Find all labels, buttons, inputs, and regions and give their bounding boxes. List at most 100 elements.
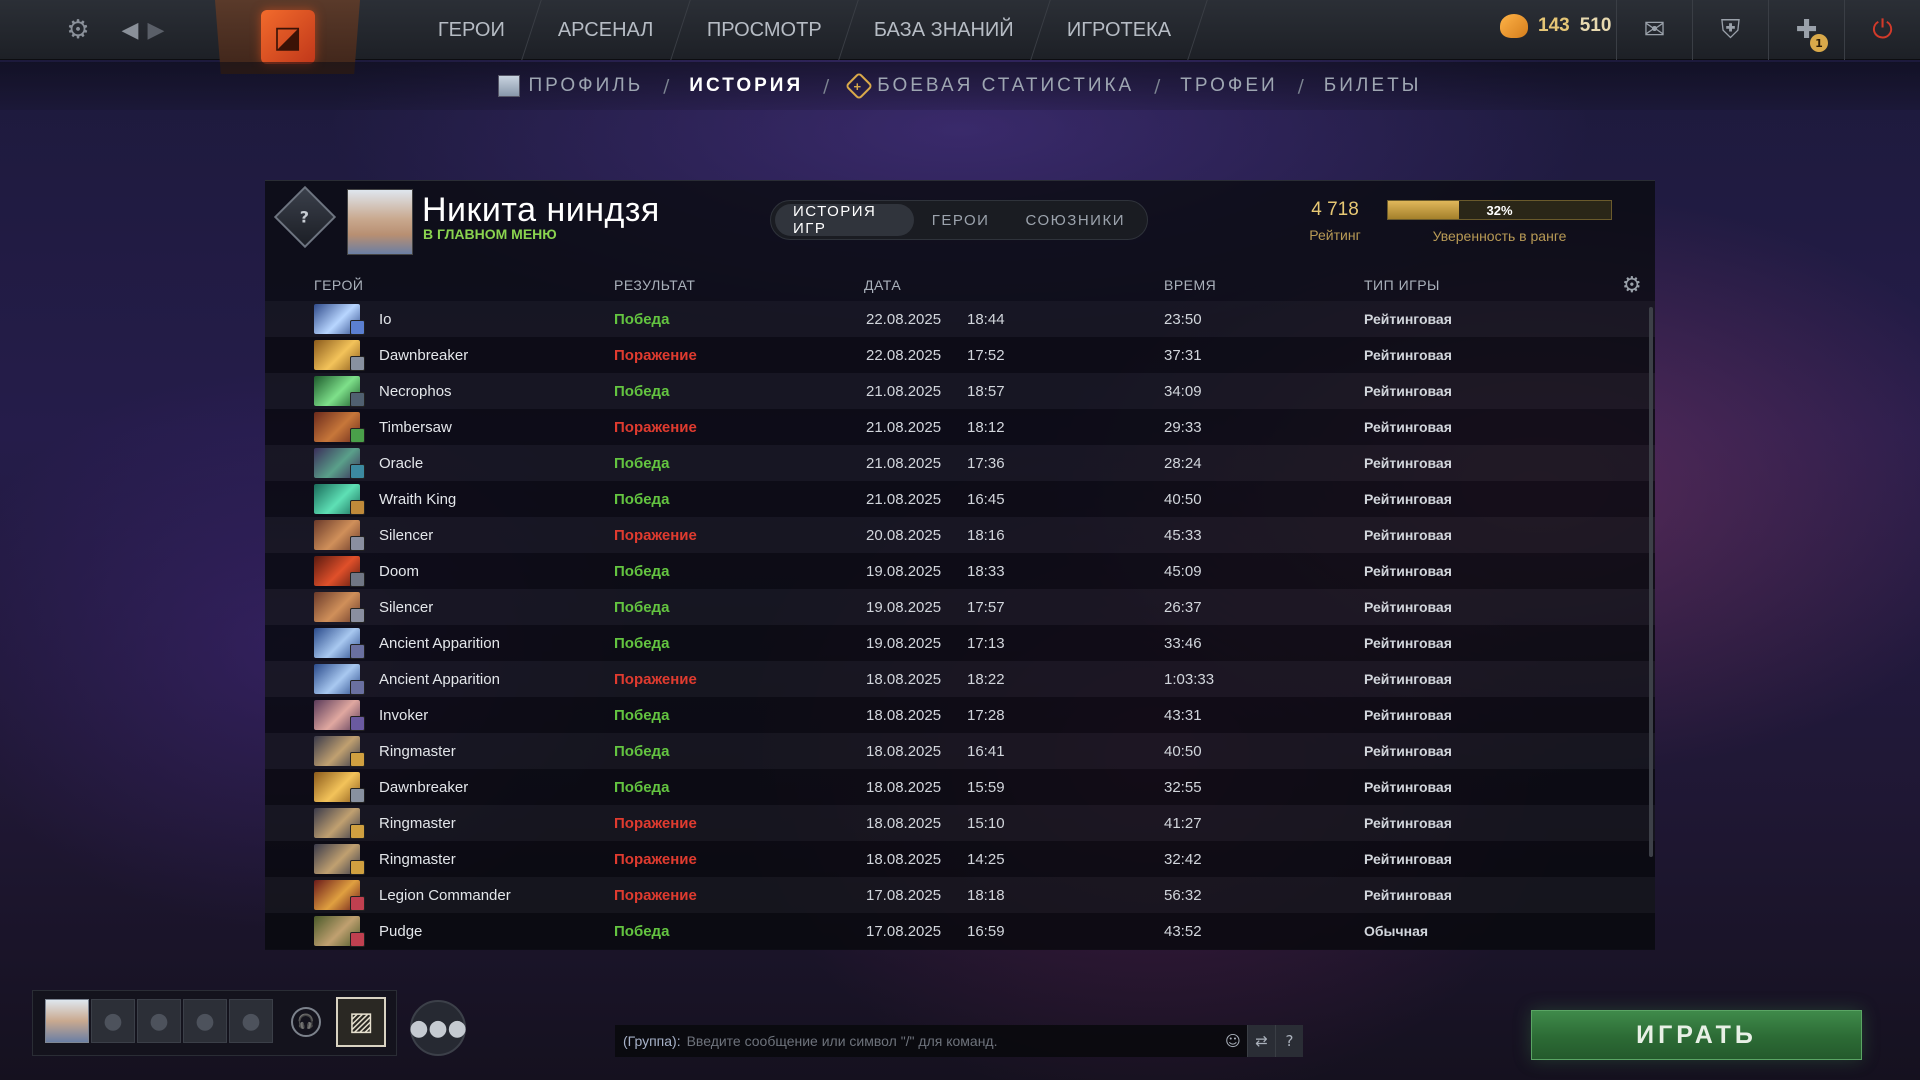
settings-gear-icon[interactable]: ⚙ [60, 10, 96, 50]
col-duration[interactable]: ВРЕМЯ [1164, 277, 1216, 293]
hero-name: Silencer [379, 598, 434, 616]
player-status: В ГЛАВНОМ МЕНЮ [423, 226, 557, 242]
match-duration: 26:37 [1164, 598, 1202, 616]
hero-role-icon [350, 896, 365, 911]
match-row[interactable]: Silencer Победа 19.08.2025 17:57 26:37 Рейтин… [265, 589, 1655, 625]
party-slot-self-avatar[interactable] [45, 999, 89, 1043]
party-slot-empty[interactable]: ● [183, 999, 227, 1043]
match-row[interactable]: Ringmaster Победа 18.08.2025 16:41 40:50 Рейт… [265, 733, 1655, 769]
match-result: Поражение [614, 850, 697, 868]
top-bar: ⚙ ◀ ▶ ◪ ГЕРОИ АРСЕНАЛ ПРОСМОТР БАЗА ЗНАН… [0, 0, 1920, 74]
match-row[interactable]: Wraith King Победа 21.08.2025 16:45 40:50 Рей… [265, 481, 1655, 517]
currency-display[interactable]: 143 510 [1500, 14, 1611, 38]
match-row[interactable]: Necrophos Победа 21.08.2025 18:57 34:09 Рейти… [265, 373, 1655, 409]
history-tabs: ИСТОРИЯ ИГР ГЕРОИ СОЮЗНИКИ [770, 200, 1148, 240]
col-date[interactable]: ДАТА [864, 277, 901, 293]
scrollbar[interactable] [1649, 307, 1653, 857]
match-date: 21.08.2025 [866, 454, 942, 472]
match-row[interactable]: Pudge Победа 17.08.2025 16:59 43:52 Обычная [265, 913, 1655, 949]
match-row[interactable]: Dawnbreaker Победа 18.08.2025 15:59 32:55 Рей… [265, 769, 1655, 805]
guild-tag-icon[interactable]: ▨ [336, 997, 386, 1047]
nav-arcade[interactable]: ИГРОТЕКА [1031, 0, 1209, 60]
emoticon-icon[interactable]: ☺ [1219, 1025, 1247, 1057]
match-row[interactable]: Ringmaster Поражение 18.08.2025 14:25 32:42 Р… [265, 841, 1655, 877]
profile-mini-avatar [498, 75, 521, 97]
hero-name: Dawnbreaker [379, 346, 469, 364]
match-row[interactable]: Dawnbreaker Поражение 22.08.2025 17:52 37:31… [265, 337, 1655, 373]
hero-role-icon [350, 356, 365, 371]
rank-medal-icon[interactable]: ? [273, 185, 337, 249]
match-row[interactable]: Invoker Победа 18.08.2025 17:28 43:31 Рейтинг… [265, 697, 1655, 733]
match-date: 21.08.2025 [866, 490, 942, 508]
power-icon[interactable]: ⏻ [1844, 0, 1920, 60]
hero-role-icon [350, 680, 365, 695]
col-hero[interactable]: ГЕРОЙ [314, 277, 363, 293]
dota-plus-icon[interactable]: ✚ 1 [1768, 0, 1844, 60]
chat-channel-label[interactable]: (Группа): [623, 1033, 681, 1049]
hero-role-icon [350, 536, 365, 551]
hero-name: Oracle [379, 454, 424, 472]
match-row[interactable]: Doom Победа 19.08.2025 18:33 45:09 Рейтингова… [265, 553, 1655, 589]
hero-name: Ringmaster [379, 850, 456, 868]
nav-learn[interactable]: БАЗА ЗНАНИЙ [838, 0, 1052, 60]
dota-plus-small-icon: + [845, 71, 874, 101]
col-game-type[interactable]: ТИП ИГРЫ [1364, 277, 1440, 293]
armory-icon[interactable]: ⛨ [1692, 0, 1768, 60]
party-slot-empty[interactable]: ● [229, 999, 273, 1043]
match-time: 17:36 [967, 454, 1005, 472]
match-result: Победа [614, 706, 670, 724]
match-result: Победа [614, 562, 670, 580]
match-row[interactable]: Ringmaster Поражение 18.08.2025 15:10 41:27 Р… [265, 805, 1655, 841]
match-row[interactable]: Silencer Поражение 20.08.2025 18:16 45:33 Рей… [265, 517, 1655, 553]
subnav-trophies[interactable]: ТРОФЕИ [1180, 75, 1277, 97]
party-slot-empty[interactable]: ● [91, 999, 135, 1043]
subnav-tickets[interactable]: БИЛЕТЫ [1324, 75, 1422, 97]
tab-match-history[interactable]: ИСТОРИЯ ИГР [775, 203, 914, 237]
mail-icon[interactable]: ✉ [1616, 0, 1692, 60]
subnav-history[interactable]: ИСТОРИЯ [689, 75, 803, 97]
nav-watch[interactable]: ПРОСМОТР [670, 0, 859, 60]
match-row[interactable]: Timbersaw Поражение 21.08.2025 18:12 29:33 Ре… [265, 409, 1655, 445]
nav-arsenal-label: АРСЕНАЛ [558, 18, 654, 41]
player-avatar[interactable] [347, 189, 413, 255]
match-result: Поражение [614, 418, 697, 436]
match-row[interactable]: Ancient Apparition Победа 19.08.2025 17:13 3… [265, 625, 1655, 661]
subnav-profile[interactable]: ПРОФИЛЬ [498, 75, 643, 97]
back-arrow-icon[interactable]: ◀ [118, 10, 142, 50]
tab-heroes[interactable]: ГЕРОИ [914, 204, 1008, 236]
chat-wheel-icon[interactable]: ⇄ [1247, 1025, 1275, 1057]
match-date: 18.08.2025 [866, 742, 942, 760]
tab-allies[interactable]: СОЮЗНИКИ [1007, 204, 1143, 236]
match-row[interactable]: Io Победа 22.08.2025 18:44 23:50 Рейтинговая [265, 301, 1655, 337]
col-result[interactable]: РЕЗУЛЬТАТ [614, 277, 695, 293]
match-row[interactable]: Oracle Победа 21.08.2025 17:36 28:24 Рейтинго… [265, 445, 1655, 481]
match-row[interactable]: Legion Commander Поражение 17.08.2025 18:18… [265, 877, 1655, 913]
hero-name: Ancient Apparition [379, 670, 500, 688]
rank-confidence: 32% Уверенность в ранге [1387, 200, 1612, 244]
play-button[interactable]: ИГРАТЬ [1531, 1010, 1862, 1060]
chat-input[interactable] [686, 1033, 1219, 1049]
hero-role-icon [350, 788, 365, 803]
hero-role-icon [350, 824, 365, 839]
chat-help-icon[interactable]: ? [1275, 1025, 1303, 1057]
game-type: Рейтинговая [1364, 455, 1452, 471]
nav-heroes[interactable]: ГЕРОИ [402, 0, 542, 60]
hero-name: Dawnbreaker [379, 778, 469, 796]
subnav-battle-stats[interactable]: + БОЕВАЯ СТАТИСТИКА [845, 71, 1134, 101]
breadcrumb-separator: / [823, 75, 830, 97]
game-type: Рейтинговая [1364, 671, 1452, 687]
party-slot-empty[interactable]: ● [137, 999, 181, 1043]
match-row[interactable]: Ancient Apparition Поражение 18.08.2025 18:… [265, 661, 1655, 697]
column-settings-gear-icon[interactable]: ⚙ [1622, 273, 1642, 298]
person-icon: ● [195, 1008, 215, 1034]
match-duration: 41:27 [1164, 814, 1202, 832]
match-date: 17.08.2025 [866, 886, 942, 904]
match-date: 22.08.2025 [866, 310, 942, 328]
hero-name: Pudge [379, 922, 423, 940]
match-duration: 40:50 [1164, 490, 1202, 508]
match-date: 18.08.2025 [866, 850, 942, 868]
nav-arsenal[interactable]: АРСЕНАЛ [522, 0, 691, 60]
voice-chat-icon[interactable]: 🎧 [291, 1007, 321, 1037]
find-group-icon[interactable]: ●●● [409, 1000, 467, 1056]
forward-arrow-icon[interactable]: ▶ [144, 10, 168, 50]
